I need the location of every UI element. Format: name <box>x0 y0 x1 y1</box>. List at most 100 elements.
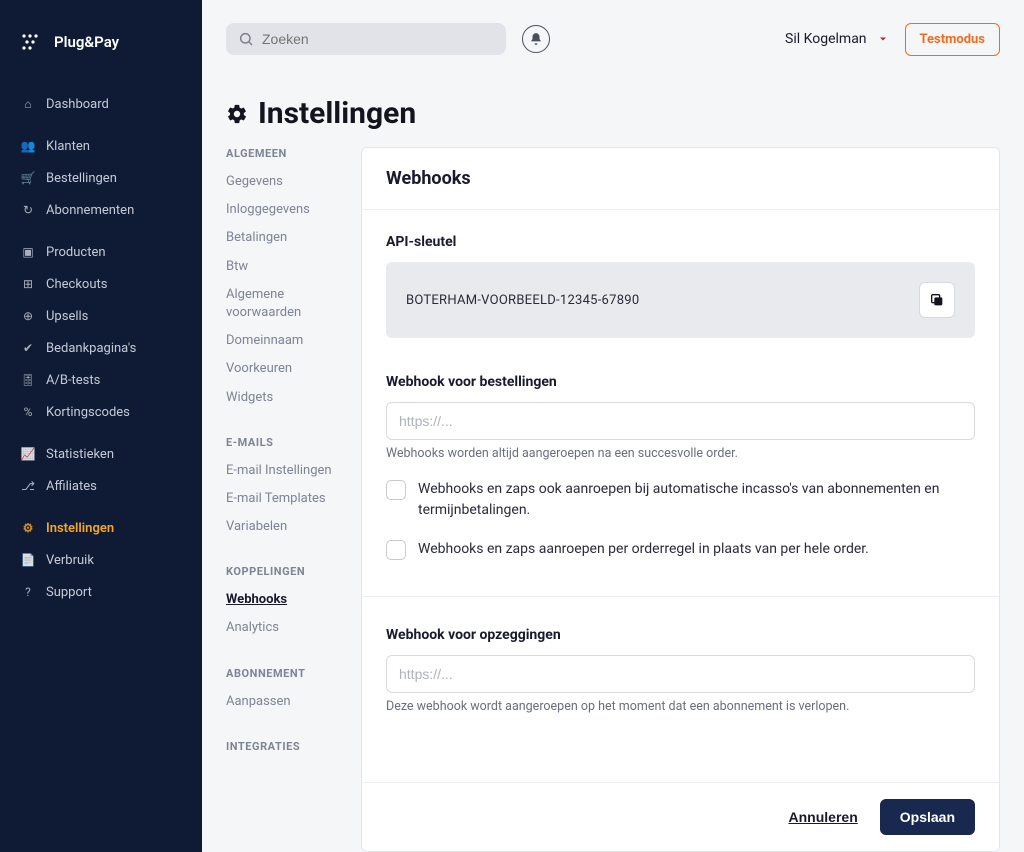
subnav-item-widgets[interactable]: Widgets <box>226 384 351 412</box>
orders-webhook-input[interactable] <box>386 402 975 440</box>
nav-item-label: Producten <box>46 245 106 260</box>
nav-item-abonnementen[interactable]: ↻ Abonnementen <box>0 194 202 226</box>
percent-icon: % <box>20 404 36 420</box>
topbar: Sil Kogelman Testmodus <box>202 0 1024 64</box>
nav-item-label: Statistieken <box>46 447 114 462</box>
gear-icon <box>226 103 248 125</box>
nav-item-bestellingen[interactable]: 🛒Bestellingen <box>0 162 202 194</box>
copy-api-key-button[interactable] <box>919 282 955 318</box>
brand-logo-icon <box>20 30 44 54</box>
nav-item-label: Bestellingen <box>46 171 117 186</box>
users-icon: 👥 <box>20 138 36 154</box>
primary-nav: ⌂ Dashboard 👥 Klanten 🛒Bestellingen ↻ Abonneme… <box>0 78 202 608</box>
subnav-group-label: KOPPELINGEN <box>226 565 351 578</box>
panel-footer: Annuleren Opslaan <box>362 782 999 851</box>
orders-check-incasso-label: Webhooks en zaps ook aanroepen bij autom… <box>418 479 975 521</box>
nav-item-label: Bedankpagina's <box>46 341 136 356</box>
search-box[interactable] <box>226 23 506 55</box>
gauge-icon: 🎚 <box>20 372 36 388</box>
user-menu[interactable]: Sil Kogelman <box>785 31 889 47</box>
brand: Plug&Pay <box>0 20 202 78</box>
cancel-button[interactable]: Annuleren <box>789 809 858 825</box>
nav-item-verbruik[interactable]: 📄 Verbruik <box>0 544 202 576</box>
bell-icon <box>529 32 543 46</box>
subnav-item-btw[interactable]: Btw <box>226 253 351 281</box>
settings-panel: Webhooks API-sleutel BOTERHAM-VOORBEELD-… <box>361 147 1000 852</box>
nav-item-dashboard[interactable]: ⌂ Dashboard <box>0 88 202 120</box>
subnav-item-algemene-voorwaarden[interactable]: Algemene voorwaarden <box>226 281 351 327</box>
user-name: Sil Kogelman <box>785 31 867 47</box>
subnav-item-e-mail-instellingen[interactable]: E-mail Instellingen <box>226 457 351 485</box>
subnav-item-aanpassen[interactable]: Aanpassen <box>226 688 351 716</box>
home-icon: ⌂ <box>20 96 36 112</box>
nav-item-label: Kortingscodes <box>46 405 130 420</box>
subnav-item-inloggegevens[interactable]: Inloggegevens <box>226 196 351 224</box>
nav-item-klanten[interactable]: 👥 Klanten <box>0 130 202 162</box>
cancel-webhook-help: Deze webhook wordt aangeroepen op het mo… <box>386 699 975 714</box>
nav-item-instellingen[interactable]: ⚙ Instellingen <box>0 512 202 544</box>
page-title-row: Instellingen <box>226 96 1000 131</box>
orders-check-per-line[interactable] <box>386 540 406 560</box>
api-key-value: BOTERHAM-VOORBEELD-12345-67890 <box>406 293 639 308</box>
cancel-webhook-label: Webhook voor opzeggingen <box>386 627 975 643</box>
help-icon: ? <box>20 584 36 600</box>
refresh-icon: ↻ <box>20 202 36 218</box>
save-button[interactable]: Opslaan <box>880 799 975 835</box>
subnav-item-betalingen[interactable]: Betalingen <box>226 224 351 252</box>
check-icon: ✔ <box>20 340 36 356</box>
subnav-group-label: E-MAILS <box>226 436 351 449</box>
subnav-item-webhooks[interactable]: Webhooks <box>226 586 351 614</box>
copy-icon <box>929 292 945 308</box>
cancel-webhook-input[interactable] <box>386 655 975 693</box>
nav-item-support[interactable]: ? Support <box>0 576 202 608</box>
plus-circle-icon: ⊕ <box>20 308 36 324</box>
notifications-button[interactable] <box>522 25 550 53</box>
panel-title: Webhooks <box>386 168 975 189</box>
sidebar: Plug&Pay ⌂ Dashboard 👥 Klanten 🛒Bestellingen… <box>0 0 202 852</box>
subnav-item-gegevens[interactable]: Gegevens <box>226 168 351 196</box>
nav-item-upsells[interactable]: ⊕ Upsells <box>0 300 202 332</box>
share-icon: ⎇ <box>20 478 36 494</box>
subnav-group-label: ABONNEMENT <box>226 667 351 680</box>
nav-item-label: Dashboard <box>46 97 109 112</box>
nav-item-label: Support <box>46 585 92 600</box>
orders-webhook-help: Webhooks worden altijd aangeroepen na ee… <box>386 446 975 461</box>
api-key-box: BOTERHAM-VOORBEELD-12345-67890 <box>386 262 975 338</box>
nav-item-producten[interactable]: ▣ Producten <box>0 236 202 268</box>
nav-item-label: A/B-tests <box>46 373 100 388</box>
brand-name: Plug&Pay <box>54 33 119 51</box>
search-input[interactable] <box>262 31 494 47</box>
nav-item-label: Verbruik <box>46 553 94 568</box>
orders-webhook-label: Webhook voor bestellingen <box>386 374 975 390</box>
nav-item-label: Upsells <box>46 309 88 324</box>
subnav-item-e-mail-templates[interactable]: E-mail Templates <box>226 485 351 513</box>
main: Sil Kogelman Testmodus Instellingen ALGE… <box>202 0 1024 852</box>
grid-icon: ⊞ <box>20 276 36 292</box>
testmode-button[interactable]: Testmodus <box>905 23 1000 56</box>
api-key-label: API-sleutel <box>386 234 975 250</box>
package-icon: ▣ <box>20 244 36 260</box>
orders-check-per-line-label: Webhooks en zaps aanroepen per orderrege… <box>418 539 869 560</box>
subnav-group-label: ALGEMEEN <box>226 147 351 160</box>
subnav-group-label: INTEGRATIES <box>226 740 351 753</box>
subnav-item-variabelen[interactable]: Variabelen <box>226 513 351 541</box>
chevron-down-icon <box>877 33 889 45</box>
nav-item-label: Instellingen <box>46 521 114 536</box>
nav-item-a-b-tests[interactable]: 🎚 A/B-tests <box>0 364 202 396</box>
nav-item-statistieken[interactable]: 📈 Statistieken <box>0 438 202 470</box>
nav-item-label: Klanten <box>46 139 90 154</box>
page-title: Instellingen <box>258 96 416 131</box>
orders-check-incasso[interactable] <box>386 480 406 500</box>
nav-item-label: Abonnementen <box>46 203 134 218</box>
gear-icon: ⚙ <box>20 520 36 536</box>
subnav-item-voorkeuren[interactable]: Voorkeuren <box>226 355 351 383</box>
chart-icon: 📈 <box>20 446 36 462</box>
subnav-item-analytics[interactable]: Analytics <box>226 614 351 642</box>
nav-item-affiliates[interactable]: ⎇ Affiliates <box>0 470 202 502</box>
nav-item-bedankpagina-s[interactable]: ✔ Bedankpagina's <box>0 332 202 364</box>
nav-item-label: Affiliates <box>46 479 97 494</box>
nav-item-checkouts[interactable]: ⊞Checkouts <box>0 268 202 300</box>
subnav-item-domeinnaam[interactable]: Domeinnaam <box>226 327 351 355</box>
file-icon: 📄 <box>20 552 36 568</box>
nav-item-kortingscodes[interactable]: % Kortingscodes <box>0 396 202 428</box>
